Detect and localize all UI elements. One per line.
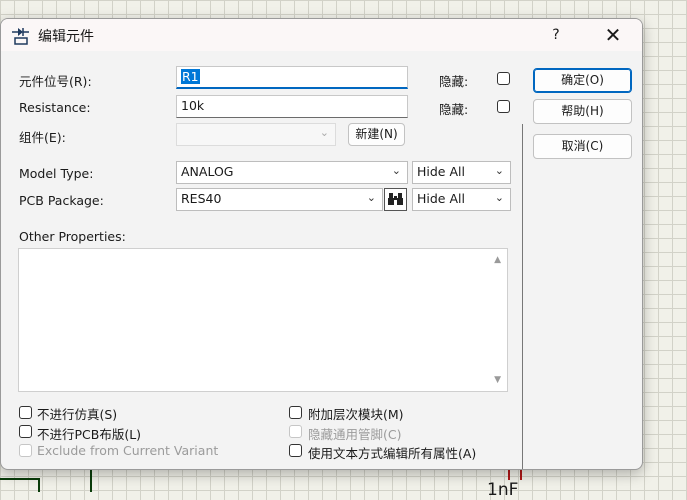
group-select[interactable]: ⌄ <box>176 123 336 146</box>
scroll-down-icon[interactable]: ▼ <box>494 375 501 385</box>
resistance-label: Resistance: <box>19 100 91 115</box>
exclude-variant-checkbox[interactable] <box>19 444 32 457</box>
resistance-hide-label: 隐藏: <box>439 102 469 117</box>
ref-value: R1 <box>181 69 200 84</box>
help-button[interactable]: ? <box>541 19 571 51</box>
cancel-button[interactable]: 取消(C) <box>533 134 632 159</box>
binoculars-glyph <box>388 193 403 205</box>
component-icon <box>12 28 29 45</box>
ref-hide-label: 隐藏: <box>439 74 469 89</box>
title-bar: 编辑元件 ? ✕ <box>1 19 642 51</box>
chevron-down-icon: ⌄ <box>494 191 504 204</box>
model-type-value: ANALOG <box>181 164 234 179</box>
scroll-up-icon[interactable]: ▲ <box>494 255 501 265</box>
pcb-package-value: RES40 <box>181 191 222 206</box>
attach-hierarchy-checkbox[interactable] <box>289 406 302 419</box>
edit-all-text-label: 使用文本方式编辑所有属性(A) <box>308 446 477 461</box>
model-type-select[interactable]: ANALOG ⌄ <box>176 161 408 184</box>
attach-hierarchy-label: 附加层次模块(M) <box>308 407 404 422</box>
model-type-label: Model Type: <box>19 166 94 181</box>
hide-common-pins-label: 隐藏通用管脚(C) <box>308 427 402 442</box>
ref-hide-checkbox[interactable] <box>497 72 510 85</box>
schematic-wire <box>90 468 92 492</box>
resistance-value: 10k <box>181 98 205 113</box>
schematic-wire <box>0 478 40 480</box>
edit-all-text-checkbox[interactable] <box>289 444 302 457</box>
ref-input[interactable]: R1 <box>176 66 408 89</box>
help-dialog-button[interactable]: 帮助(H) <box>533 99 632 124</box>
schematic-part-label: 1nF <box>487 480 519 500</box>
close-button[interactable]: ✕ <box>591 19 635 51</box>
pcb-package-visibility-value: Hide All <box>417 191 465 206</box>
new-group-button[interactable]: 新建(N) <box>348 123 405 146</box>
ok-button[interactable]: 确定(O) <box>533 68 632 93</box>
exclude-variant-label: Exclude from Current Variant <box>37 443 219 458</box>
dialog-title: 编辑元件 <box>38 29 94 45</box>
resistance-hide-checkbox[interactable] <box>497 100 510 113</box>
other-properties-textarea[interactable]: ▲ ▼ <box>18 248 508 392</box>
chevron-down-icon: ⌄ <box>319 126 329 139</box>
resistance-input[interactable]: 10k <box>176 95 408 118</box>
chevron-down-icon: ⌄ <box>366 191 376 204</box>
chevron-down-icon: ⌄ <box>494 164 504 177</box>
model-type-visibility-select[interactable]: Hide All ⌄ <box>412 161 511 184</box>
exclude-pcb-checkbox[interactable] <box>19 425 32 438</box>
ref-label: 元件位号(R): <box>19 74 92 89</box>
exclude-sim-checkbox[interactable] <box>19 406 32 419</box>
schematic-wire <box>38 478 40 492</box>
pcb-package-select[interactable]: RES40 ⌄ <box>176 188 383 211</box>
pcb-package-visibility-select[interactable]: Hide All ⌄ <box>412 188 511 211</box>
exclude-pcb-label: 不进行PCB布版(L) <box>37 427 142 442</box>
exclude-sim-label: 不进行仿真(S) <box>37 407 118 422</box>
vertical-divider <box>522 124 523 469</box>
other-properties-label: Other Properties: <box>19 229 126 244</box>
binoculars-icon[interactable] <box>384 188 407 211</box>
edit-component-dialog: 编辑元件 ? ✕ 元件位号(R): R1 隐藏: Resistance: 10k… <box>0 18 643 470</box>
chevron-down-icon: ⌄ <box>391 164 401 177</box>
model-type-visibility-value: Hide All <box>417 164 465 179</box>
group-label: 组件(E): <box>19 130 66 145</box>
hide-common-pins-checkbox[interactable] <box>289 425 302 438</box>
pcb-package-label: PCB Package: <box>19 193 104 208</box>
